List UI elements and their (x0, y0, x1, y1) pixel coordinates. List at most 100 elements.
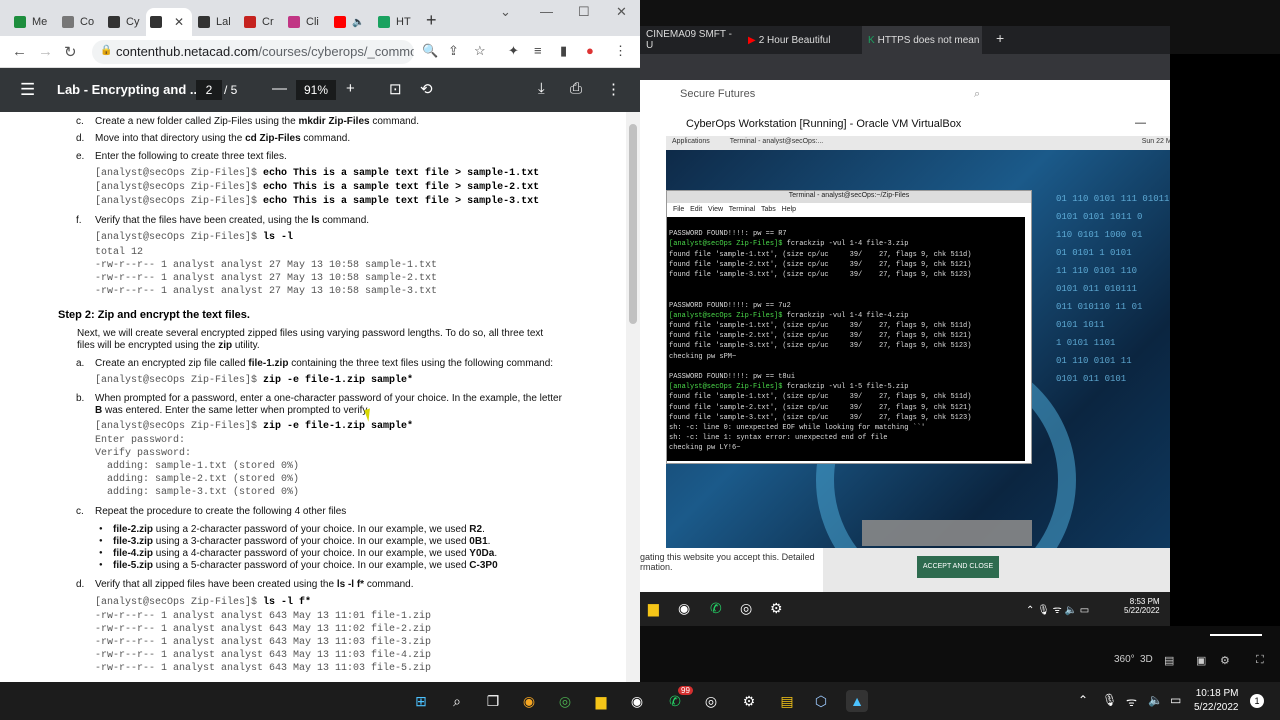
taskbar-clock[interactable]: 10:18 PM 5/22/2022 (1194, 687, 1239, 715)
app-icon[interactable]: ◎ (700, 690, 722, 712)
more-options-icon[interactable]: ⋮ (606, 80, 621, 98)
close-window-icon[interactable]: ✕ (616, 4, 627, 20)
zoom-out-icon[interactable]: — (272, 80, 287, 97)
back-icon[interactable]: ← (12, 43, 27, 60)
new-tab-icon[interactable]: + (426, 10, 437, 31)
tab-label: 2 Hour Beautiful (758, 34, 831, 46)
active-app-icon[interactable]: ▲ (846, 690, 868, 712)
menu-edit[interactable]: Edit (690, 206, 702, 213)
menu-icon[interactable]: ⋮ (614, 43, 627, 59)
right-tab-0[interactable]: CINEMA09 SMFT - U (640, 26, 740, 54)
terminal-line: found file 'sample-2.txt', (size cp/uc 3… (669, 260, 972, 269)
maximize-icon[interactable]: ☐ (578, 4, 590, 20)
scrollbar-thumb[interactable] (629, 124, 637, 324)
mic-icon[interactable]: 🎙 (1102, 693, 1117, 707)
tab-5[interactable]: Cr (240, 8, 280, 36)
tab-3-active[interactable]: ✕ (146, 8, 192, 36)
step-c-label: c. (76, 116, 84, 127)
cisco-icon (198, 16, 210, 28)
step-d2-label: d. (76, 579, 85, 590)
download-icon[interactable]: ⤓ (538, 80, 545, 97)
miniplayer-icon[interactable]: ▣ (1196, 654, 1206, 667)
settings-icon[interactable]: ⚙ (738, 690, 760, 712)
fit-page-icon[interactable]: ⊡ (389, 80, 402, 98)
minimize-icon[interactable]: — (540, 4, 553, 19)
notes-icon[interactable]: ▤ (776, 690, 798, 712)
tab-search-icon[interactable]: ⌄ (500, 4, 511, 20)
share-icon[interactable]: ⇪ (448, 43, 459, 59)
menu-view[interactable]: View (708, 206, 723, 213)
settings-icon[interactable]: ⚙ (770, 600, 783, 617)
wifi-icon[interactable]: ᯤ (1126, 693, 1137, 710)
menu-file[interactable]: File (673, 206, 684, 213)
tab-favicon (14, 16, 26, 28)
360-icon[interactable]: 360° (1114, 654, 1135, 665)
menu-tabs[interactable]: Tabs (761, 206, 776, 213)
terminal-output[interactable]: PASSWORD FOUND!!!!: pw == R7 [analyst@sec… (667, 217, 1025, 461)
task-view-icon[interactable]: ❐ (482, 690, 504, 712)
tab-8[interactable]: HT (374, 8, 418, 36)
avatar[interactable]: ● (586, 43, 594, 58)
fullscreen-icon[interactable]: ⛶ (1256, 654, 1264, 667)
close-icon[interactable]: ✕ (174, 15, 184, 29)
steam-icon[interactable]: ◉ (626, 690, 648, 712)
lock-icon: 🔒 (100, 45, 113, 56)
whatsapp-icon[interactable]: ✆ (710, 600, 722, 617)
notification-count[interactable]: 1 (1250, 694, 1264, 708)
extensions-icon[interactable]: ✦ (508, 43, 519, 59)
reading-list-icon[interactable]: ≡ (534, 43, 542, 58)
tab-4[interactable]: Lal (194, 8, 240, 36)
forward-icon[interactable]: → (38, 43, 53, 60)
url-input[interactable]: 🔒 contenthub.netacad.com/courses/cyberops… (92, 40, 414, 64)
volume-slider[interactable] (1210, 634, 1262, 636)
virtualbox-icon[interactable]: ⬡ (810, 690, 832, 712)
file-explorer-icon[interactable]: ▆ (590, 690, 612, 712)
minimize-icon[interactable]: — (1135, 117, 1146, 129)
reload-icon[interactable]: ↻ (64, 43, 77, 61)
steam-icon[interactable]: ◉ (678, 600, 690, 617)
zoom-level-input[interactable]: 91% (296, 80, 336, 100)
inner-time: 8:53 PM (1129, 597, 1160, 606)
terminal-window[interactable]: Terminal - analyst@secOps:~/Zip-Files Fi… (666, 190, 1032, 464)
tab-6[interactable]: Cli (284, 8, 326, 36)
text: command. (364, 579, 414, 590)
side-panel-icon[interactable]: ▮ (560, 43, 567, 59)
zoom-in-icon[interactable]: + (346, 80, 355, 97)
menu-terminal[interactable]: Terminal (729, 206, 755, 213)
zoom-icon[interactable]: 🔍 (422, 43, 438, 59)
3d-icon[interactable]: 3D (1140, 654, 1153, 665)
new-tab-icon[interactable]: + (996, 30, 1004, 46)
bookmark-star-icon[interactable]: ☆ (474, 43, 486, 59)
right-tab-1[interactable]: ▶ 2 Hour Beautiful (742, 26, 858, 54)
browser-icon[interactable]: ◉ (518, 690, 540, 712)
tray-chevron-icon[interactable]: ⌃ (1078, 693, 1088, 707)
menu-help[interactable]: Help (782, 206, 796, 213)
battery-icon[interactable]: ▭ (1170, 693, 1181, 707)
start-icon[interactable]: ⊞ (410, 690, 432, 712)
chrome-icon[interactable]: ◎ (554, 690, 576, 712)
subtitles-icon[interactable]: ▤ (1164, 654, 1174, 667)
tab-1[interactable]: Co (58, 8, 104, 36)
volume-icon[interactable]: 🔈 (1148, 693, 1163, 707)
page-number-input[interactable]: 2 (196, 80, 222, 100)
tab-0[interactable]: Me (10, 8, 56, 36)
settings-icon[interactable]: ⚙ (1220, 654, 1230, 667)
accept-cookies-button[interactable]: ACCEPT AND CLOSE (917, 556, 999, 578)
step-b-label: b. (76, 393, 85, 404)
hamburger-menu-icon[interactable]: ☰ (20, 80, 35, 100)
guest-task-terminal[interactable]: Terminal - analyst@secOps:... (730, 138, 823, 145)
print-icon[interactable]: ⎙ (570, 80, 582, 97)
right-tab-2[interactable]: K HTTPS does not mean (862, 26, 982, 54)
step-2-heading: Step 2: Zip and encrypt the text files. (58, 309, 250, 321)
app-icon[interactable]: ◎ (740, 600, 752, 617)
folder-icon[interactable]: ▆ (648, 600, 659, 617)
tab-7[interactable]: 🔈 (330, 8, 370, 36)
pdf-scrollbar[interactable] (626, 112, 640, 682)
tray-icons[interactable]: ⌃ 🎙 ᯤ 🔈 ▭ (1026, 602, 1089, 616)
tab-2[interactable]: Cy (104, 8, 150, 36)
search-icon[interactable]: ⌕ (974, 88, 980, 101)
cookie-line: rmation. (640, 562, 673, 572)
search-icon[interactable]: ⌕ (446, 690, 468, 712)
rotate-icon[interactable]: ⟲ (420, 80, 433, 98)
guest-applications-menu[interactable]: Applications (672, 138, 710, 145)
